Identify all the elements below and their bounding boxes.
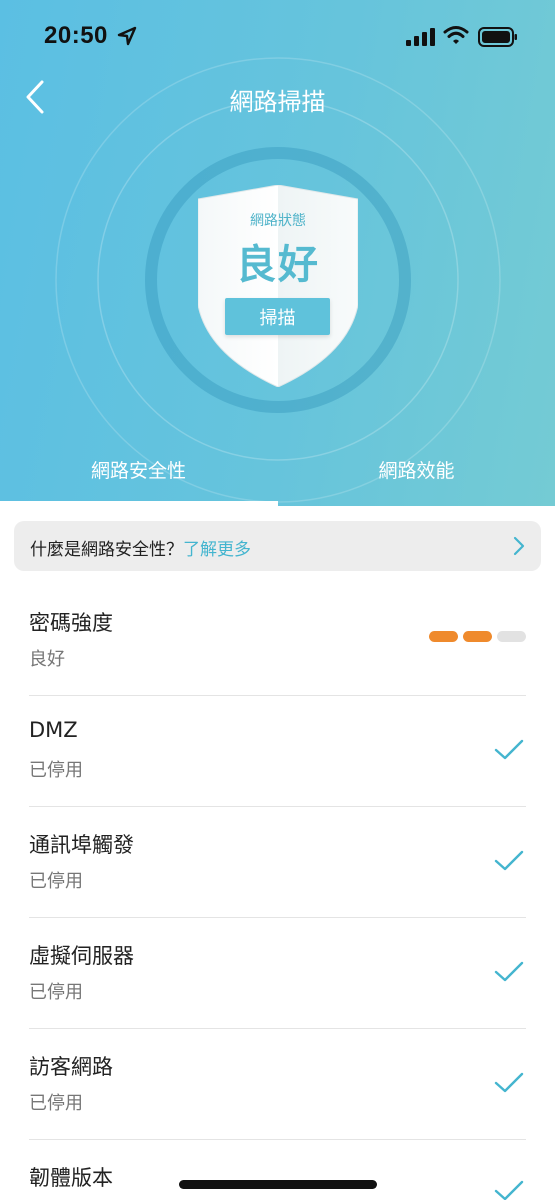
strength-bar [429,631,526,643]
status-bar: 20:50 [0,0,555,72]
check-icon [494,739,524,760]
battery-icon [478,27,517,47]
check-icon [494,961,524,982]
hero-header: 20:50 網路掃描 網路狀態 良好 掃描 網路安全性 網路效能 [0,0,555,506]
strength-segment-3 [497,631,526,642]
scan-button[interactable]: 掃描 [225,298,330,335]
wifi-icon [443,26,469,44]
list-item-firmware-version[interactable]: 韌體版本 [29,1140,526,1200]
tab-network-performance[interactable]: 網路效能 [278,456,555,483]
location-arrow-icon [117,26,137,46]
list-item-dmz[interactable]: DMZ 已停用 [29,696,526,807]
learn-more-link[interactable]: 了解更多 [183,540,251,560]
list-item-password-strength[interactable]: 密碼強度 良好 [29,585,526,696]
strength-segment-2 [463,631,492,642]
item-status: 已停用 [29,1093,83,1114]
list-item-virtual-server[interactable]: 虛擬伺服器 已停用 [29,918,526,1029]
network-status-label: 網路狀態 [250,213,306,229]
check-icon [494,850,524,871]
item-title: DMZ [29,718,78,742]
item-title: 訪客網路 [29,1055,113,1079]
item-status: 已停用 [29,871,83,892]
page-title: 網路掃描 [229,88,326,116]
status-time: 20:50 [44,22,108,49]
strength-segment-1 [429,631,458,642]
tab-network-security[interactable]: 網路安全性 [0,456,277,483]
active-tab-indicator [0,501,278,506]
item-status: 已停用 [29,982,83,1003]
item-title: 韌體版本 [29,1166,113,1190]
info-question: 什麼是網路安全性？ [30,540,183,560]
item-title: 虛擬伺服器 [29,944,134,968]
chevron-right-icon[interactable] [513,536,525,556]
check-icon [494,1072,524,1093]
home-indicator[interactable] [179,1180,377,1189]
learn-more-bar[interactable]: 什麼是網路安全性？了解更多 [14,521,541,571]
network-status-value: 良好 [236,242,320,288]
check-icon [494,1180,524,1200]
list-item-guest-network[interactable]: 訪客網路 已停用 [29,1029,526,1140]
item-title: 密碼強度 [29,611,113,635]
learn-more-text: 什麼是網路安全性？了解更多 [30,535,251,560]
item-status: 良好 [29,649,65,670]
item-title: 通訊埠觸發 [29,833,134,857]
item-status: 已停用 [29,760,83,781]
signal-bars-icon [406,28,435,46]
list-item-port-triggering[interactable]: 通訊埠觸發 已停用 [29,807,526,918]
